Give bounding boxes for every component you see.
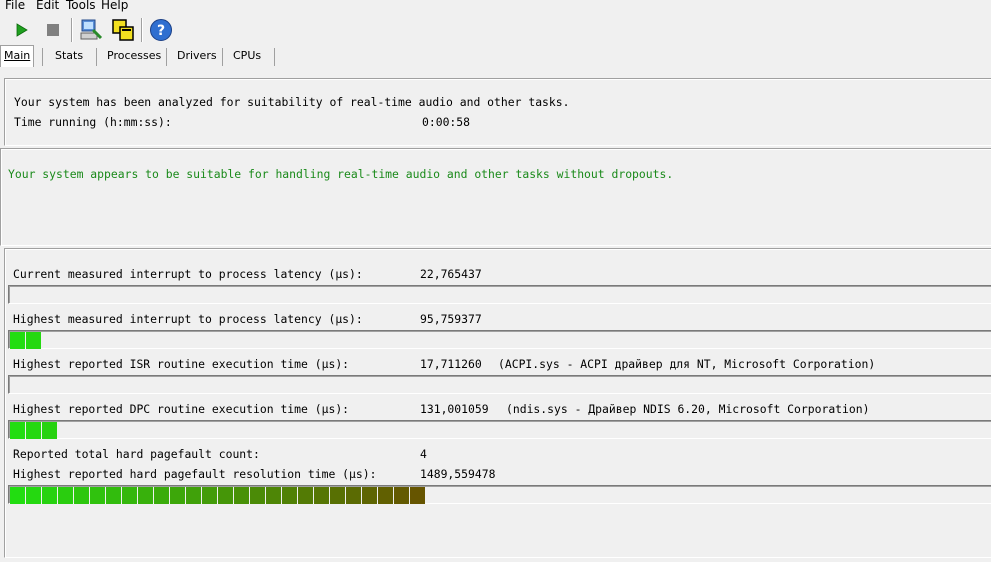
- tab-separator: [42, 48, 43, 66]
- metric-label: Current measured interrupt to process la…: [13, 267, 363, 281]
- bar-segment: [10, 422, 25, 439]
- toolbar: ?: [0, 14, 991, 46]
- bar-segment: [282, 487, 297, 504]
- computer-icon[interactable]: [77, 16, 105, 44]
- latency-bar-current: [8, 285, 991, 304]
- bar-segment: [202, 487, 217, 504]
- pagefault-count-label: Reported total hard pagefault count:: [13, 447, 260, 461]
- bar-segment: [154, 487, 169, 504]
- metric-detail: (ndis.sys - Драйвер NDIS 6.20, Microsoft…: [506, 402, 870, 416]
- menu-file[interactable]: File: [5, 0, 25, 12]
- verdict-panel: Your system appears to be suitable for h…: [0, 148, 991, 246]
- metric-label: Highest reported ISR routine execution t…: [13, 357, 350, 371]
- metric-value: 17,711260: [420, 357, 482, 371]
- bar-segment: [362, 487, 377, 504]
- metric-label: Highest reported DPC routine execution t…: [13, 402, 350, 416]
- bar-segment: [138, 487, 153, 504]
- bar-segment: [90, 487, 105, 504]
- bar-segment: [10, 487, 25, 504]
- time-running-label: Time running (h:mm:ss):: [14, 115, 172, 129]
- toolbar-separator: [141, 18, 143, 42]
- isr-bar: [8, 375, 991, 394]
- bar-segment: [58, 487, 73, 504]
- summary-panel: Your system has been analyzed for suitab…: [4, 78, 991, 146]
- bar-segment: [410, 487, 425, 504]
- bar-segment: [378, 487, 393, 504]
- pagefault-time-label: Highest reported hard pagefault resoluti…: [13, 467, 377, 481]
- tab-main[interactable]: Main: [0, 45, 35, 67]
- metrics-panel: Current measured interrupt to process la…: [4, 248, 991, 558]
- tab-cpus[interactable]: CPUs: [233, 46, 261, 66]
- tab-bar: Main Stats Processes Drivers CPUs: [0, 45, 991, 68]
- latency-bar-highest: [8, 330, 991, 349]
- bar-segment: [170, 487, 185, 504]
- menu-bar: File Edit Tools Help: [0, 0, 991, 14]
- tab-separator: [166, 48, 167, 66]
- metric-label: Highest measured interrupt to process la…: [13, 312, 363, 326]
- stop-icon[interactable]: [39, 16, 67, 44]
- metric-detail: (ACPI.sys - ACPI драйвер для NT, Microso…: [498, 357, 876, 371]
- bar-segment: [234, 487, 249, 504]
- bar-segment: [26, 487, 41, 504]
- bar-segment: [42, 487, 57, 504]
- toolbar-separator: [71, 18, 73, 42]
- bar-segment: [250, 487, 265, 504]
- metric-value: 22,765437: [420, 267, 482, 281]
- bar-segment: [26, 332, 41, 349]
- menu-edit[interactable]: Edit: [36, 0, 59, 12]
- bar-segment: [394, 487, 409, 504]
- summary-text: Your system has been analyzed for suitab…: [14, 95, 570, 109]
- pagefault-count-value: 4: [420, 447, 427, 461]
- metric-value: 95,759377: [420, 312, 482, 326]
- dpc-bar: [8, 420, 991, 439]
- bar-segment: [298, 487, 313, 504]
- bar-segment: [26, 422, 41, 439]
- tab-drivers[interactable]: Drivers: [177, 46, 217, 66]
- time-running-value: 0:00:58: [422, 115, 471, 129]
- menu-help[interactable]: Help: [101, 0, 128, 12]
- bar-segment: [74, 487, 89, 504]
- windows-icon[interactable]: [109, 16, 137, 44]
- bar-segment: [218, 487, 233, 504]
- bar-segment: [186, 487, 201, 504]
- bar-segment: [346, 487, 361, 504]
- bar-segment: [314, 487, 329, 504]
- tab-stats[interactable]: Stats: [55, 46, 83, 66]
- pagefault-bar: [8, 485, 991, 504]
- tab-processes[interactable]: Processes: [107, 46, 161, 66]
- menu-tools[interactable]: Tools: [66, 0, 96, 12]
- bar-segment: [330, 487, 345, 504]
- pagefault-time-value: 1489,559478: [420, 467, 496, 481]
- bar-segment: [10, 332, 25, 349]
- bar-segment: [106, 487, 121, 504]
- svg-text:?: ?: [157, 23, 165, 39]
- verdict-text: Your system appears to be suitable for h…: [8, 167, 674, 181]
- metric-value: 131,001059: [420, 402, 489, 416]
- bar-segment: [42, 422, 57, 439]
- tab-separator: [222, 48, 223, 66]
- bar-segment: [266, 487, 281, 504]
- bar-segment: [122, 487, 137, 504]
- play-icon[interactable]: [7, 16, 35, 44]
- tab-separator: [274, 48, 275, 66]
- tab-separator: [96, 48, 97, 66]
- help-icon[interactable]: ?: [147, 16, 175, 44]
